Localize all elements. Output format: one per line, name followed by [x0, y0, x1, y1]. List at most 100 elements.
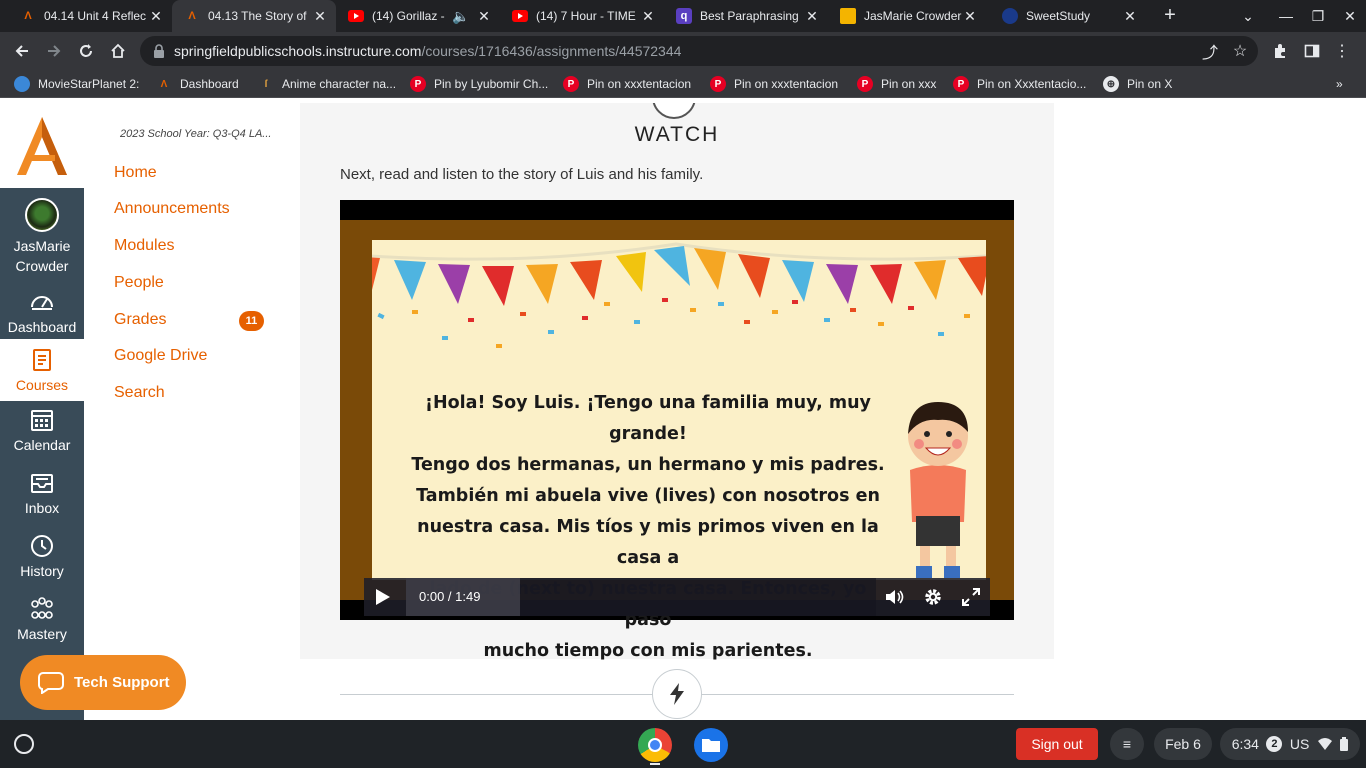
course-nav-people[interactable]: People [114, 274, 164, 292]
bookmark-item[interactable]: P Pin on xxxtentacion [710, 74, 838, 94]
bookmark-item[interactable]: MovieStarPlanet 2: [14, 74, 139, 94]
volume-button[interactable] [876, 578, 914, 616]
video-player[interactable]: ¡Hola! Soy Luis. ¡Tengo una familia muy,… [340, 200, 1014, 661]
nav-label: Calendar [13, 437, 71, 453]
video-progress-track[interactable] [520, 578, 876, 616]
tray-media-icon[interactable]: ≡ [1110, 728, 1144, 760]
new-tab-button[interactable]: + [1158, 4, 1182, 28]
nav-label: Mastery [17, 626, 67, 642]
tab-search-icon[interactable]: ⌄ [1232, 0, 1264, 32]
more-bookmarks-icon[interactable]: » [1336, 74, 1343, 94]
browser-toolbar: springfieldpublicschools.instructure.com… [0, 32, 1366, 70]
back-button[interactable] [8, 37, 36, 65]
status-tray[interactable]: 6:34 2 US [1220, 728, 1360, 760]
nav-dashboard[interactable]: Dashboard [0, 289, 84, 339]
user-name-first: JasMarie [13, 238, 71, 254]
address-bar[interactable]: springfieldpublicschools.instructure.com… [140, 36, 1258, 66]
bookmark-item[interactable]: ⊕ Pin on X [1103, 74, 1172, 94]
restore-icon[interactable]: ❐ [1302, 0, 1334, 32]
course-nav-modules[interactable]: Modules [114, 237, 174, 255]
tech-support-label: Tech Support [74, 674, 170, 691]
calendar-icon [31, 410, 53, 431]
close-tab-icon[interactable]: ✕ [312, 8, 328, 25]
menu-kebab-icon[interactable]: ⋮ [1328, 37, 1356, 65]
chrome-app-icon[interactable] [638, 728, 672, 762]
share-icon[interactable]: ⤴ [1196, 37, 1224, 65]
nav-label: Inbox [24, 500, 60, 516]
close-tab-icon[interactable]: ✕ [962, 8, 978, 25]
running-indicator [650, 763, 660, 765]
browser-tab[interactable]: Λ 04.14 Unit 4 Reflec ✕ [8, 0, 172, 32]
speaker-icon[interactable]: 🔈 [452, 8, 469, 25]
story-line: nuestra casa. Mis tíos y mis primos vive… [417, 517, 879, 568]
fullscreen-button[interactable] [952, 578, 990, 616]
course-nav-grades[interactable]: Grades [114, 311, 166, 329]
mastery-icon [31, 597, 53, 619]
course-nav-announcements[interactable]: Announcements [114, 200, 230, 218]
tech-support-button[interactable]: Tech Support [20, 655, 186, 710]
course-nav-search[interactable]: Search [114, 384, 165, 402]
date-pill[interactable]: Feb 6 [1154, 728, 1212, 760]
sign-out-button[interactable]: Sign out [1016, 728, 1098, 760]
slides-icon [840, 8, 856, 24]
minimize-icon[interactable]: — [1270, 0, 1302, 32]
home-button[interactable] [104, 37, 132, 65]
close-tab-icon[interactable]: ✕ [804, 8, 820, 25]
story-line: Tengo dos hermanas, un hermano y mis pad… [411, 455, 885, 475]
nav-mastery[interactable]: Mastery [0, 596, 84, 650]
nav-courses[interactable]: Courses [0, 339, 84, 401]
bookmark-item[interactable]: ſ Anime character na... [258, 74, 396, 94]
course-nav-home[interactable]: Home [114, 164, 157, 182]
browser-tab[interactable]: SweetStudy ✕ [990, 0, 1146, 32]
forward-arrow-icon [48, 45, 61, 57]
bookmark-item[interactable]: Λ Dashboard [156, 74, 239, 94]
reload-button[interactable] [72, 37, 100, 65]
play-button[interactable] [364, 578, 402, 616]
browser-tab[interactable]: (14) Gorillaz - 🔈 ✕ [336, 0, 500, 32]
nav-history[interactable]: History [0, 533, 84, 587]
bookmark-item[interactable]: P Pin on xxxtentacion [563, 74, 691, 94]
canvas-icon: Λ [160, 78, 168, 90]
video-controls: 0:00 / 1:49 [364, 578, 990, 616]
tab-title: (14) Gorillaz - [372, 9, 445, 23]
close-tab-icon[interactable]: ✕ [640, 8, 656, 25]
grades-badge: 11 [239, 311, 264, 331]
bookmark-item[interactable]: P Pin on Xxxtentacio... [953, 74, 1086, 94]
close-tab-icon[interactable]: ✕ [148, 8, 164, 25]
nav-calendar[interactable]: Calendar [0, 407, 84, 461]
keyboard-layout: US [1289, 736, 1310, 752]
forward-button[interactable] [40, 37, 68, 65]
canvas-logo[interactable] [0, 103, 84, 188]
user-name-last: Crowder [15, 258, 69, 274]
account-nav-item[interactable]: JasMarie Crowder [0, 198, 84, 276]
home-icon [111, 43, 125, 58]
side-panel-icon[interactable] [1298, 37, 1326, 65]
bookmark-item[interactable]: P Pin by Lyubomir Ch... [410, 74, 548, 94]
bookmark-label: MovieStarPlanet 2: [38, 77, 140, 91]
video-time: 0:00 / 1:49 [406, 578, 520, 616]
browser-tab[interactable]: JasMarie Crowder ✕ [828, 0, 986, 32]
close-tab-icon[interactable]: ✕ [1122, 8, 1138, 25]
browser-tab[interactable]: q Best Paraphrasing ✕ [664, 0, 828, 32]
nav-inbox[interactable]: Inbox [0, 470, 84, 524]
page-icon: ſ [264, 78, 268, 90]
extensions-icon[interactable] [1266, 37, 1294, 65]
browser-tab[interactable]: (14) 7 Hour - TIME ✕ [500, 0, 664, 32]
nav-label: History [20, 563, 64, 579]
bookmark-star-icon[interactable]: ☆ [1226, 37, 1254, 65]
story-line: ¡Hola! Soy Luis. ¡Tengo una familia muy,… [425, 393, 871, 444]
nav-label: Dashboard [7, 319, 77, 335]
launcher-button[interactable] [14, 734, 34, 754]
close-window-icon[interactable]: ✕ [1334, 0, 1366, 32]
chat-bubble-icon [38, 671, 64, 694]
course-nav-google-drive[interactable]: Google Drive [114, 347, 207, 365]
course-nav: 2023 School Year: Q3-Q4 LA... Home Annou… [84, 103, 300, 720]
files-app-icon[interactable] [694, 728, 728, 762]
bookmark-item[interactable]: P Pin on xxx [857, 74, 936, 94]
quillbot-icon: q [676, 8, 692, 24]
close-tab-icon[interactable]: ✕ [476, 8, 492, 25]
pinterest-icon: P [953, 76, 969, 92]
fullscreen-icon [962, 588, 980, 606]
settings-button[interactable] [914, 578, 952, 616]
browser-tab-active[interactable]: Λ 04.13 The Story of ✕ [172, 0, 336, 32]
